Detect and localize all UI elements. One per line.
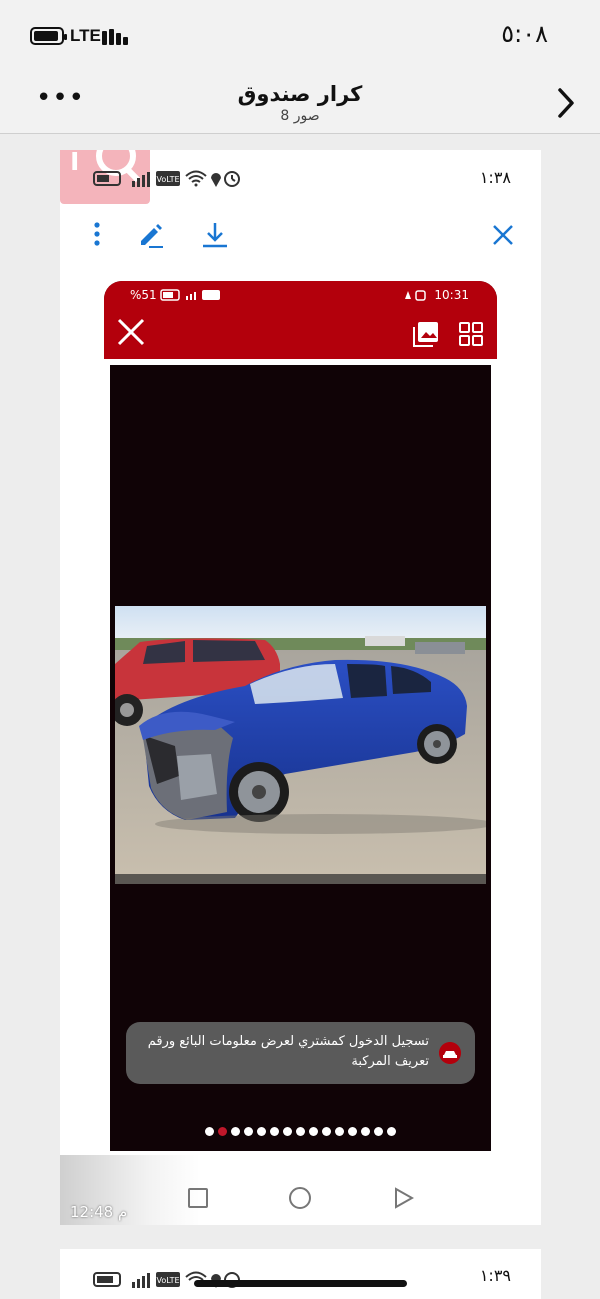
grid-icon[interactable]	[458, 321, 484, 347]
inner-status-time: ١:٣٩	[479, 1266, 511, 1285]
damaged-car-photo[interactable]	[115, 606, 486, 884]
close-icon[interactable]	[116, 317, 146, 347]
ios-status-bar: LTE ٥:٠٨	[0, 0, 600, 72]
battery-icon	[30, 27, 67, 45]
image-pager-dots	[104, 1127, 497, 1139]
inner-status-icons: VoLTE	[93, 170, 240, 187]
phone-time: 10:31	[434, 288, 469, 302]
pager-dot[interactable]	[205, 1127, 214, 1136]
login-prompt-banner[interactable]: تسجيل الدخول كمشتري لعرض معلومات البائع …	[126, 1022, 475, 1084]
phone-battery-percent: %51	[130, 288, 157, 302]
pager-dot[interactable]	[335, 1127, 344, 1136]
network-label: LTE	[70, 26, 101, 45]
home-indicator[interactable]	[194, 1280, 407, 1287]
pager-dot[interactable]	[244, 1127, 253, 1136]
signal-icon	[102, 27, 130, 45]
phone-status-right-icons	[405, 290, 426, 301]
header-divider	[104, 359, 497, 365]
album-title: كرار صندوق	[237, 82, 363, 106]
pager-dot[interactable]	[283, 1127, 292, 1136]
watermark-letter: i	[70, 150, 80, 178]
screenshot-card[interactable]: i VoLTE ١:٣٨ %51 10:31 تسجيل الدخول كمشت…	[60, 150, 541, 1225]
close-icon[interactable]	[488, 220, 518, 250]
status-time: ٥:٠٨	[501, 20, 548, 48]
pager-dot[interactable]	[348, 1127, 357, 1136]
pager-dot[interactable]	[322, 1127, 331, 1136]
right-frame	[491, 359, 497, 1151]
pager-dot[interactable]	[374, 1127, 383, 1136]
inner-status-bar: i VoLTE ١:٣٨	[60, 150, 541, 205]
more-vertical-icon[interactable]	[82, 220, 112, 250]
chevron-right-icon[interactable]	[554, 86, 578, 120]
recent-apps-icon[interactable]	[188, 1188, 208, 1208]
pager-dot[interactable]	[231, 1127, 240, 1136]
message-time: 12:48 م	[70, 1203, 128, 1221]
car-badge-icon	[439, 1042, 461, 1064]
edit-pencil-icon[interactable]	[136, 220, 166, 250]
login-prompt-text: تسجيل الدخول كمشتري لعرض معلومات البائع …	[147, 1034, 429, 1069]
pager-dot[interactable]	[296, 1127, 305, 1136]
vehicle-app-screenshot: %51 10:31 تسجيل الدخول كمشتري لعرض معلوم…	[104, 281, 497, 1151]
pager-dot[interactable]	[218, 1127, 227, 1136]
download-icon[interactable]	[200, 220, 230, 250]
album-subtitle: 8 صور	[280, 108, 320, 124]
gallery-icon[interactable]	[413, 321, 439, 347]
left-frame	[104, 359, 110, 1151]
android-nav-bar: 12:48 م	[60, 1155, 541, 1225]
inner-status-time: ١:٣٨	[479, 168, 511, 187]
pager-dot[interactable]	[361, 1127, 370, 1136]
screenshot-card-2[interactable]: VoLTE ١:٣٩	[60, 1249, 541, 1299]
phone-status-icons	[160, 289, 220, 301]
home-icon[interactable]	[289, 1187, 311, 1209]
back-triangle-icon[interactable]	[392, 1187, 414, 1209]
pager-dot[interactable]	[387, 1127, 396, 1136]
phone-status-bar: %51 10:31	[104, 281, 497, 309]
chat-header: ••• كرار صندوق 8 صور	[0, 72, 600, 134]
phone-app-header	[104, 309, 497, 359]
pager-dot[interactable]	[257, 1127, 266, 1136]
svg-text:VoLTE: VoLTE	[156, 1276, 179, 1285]
pager-dot[interactable]	[309, 1127, 318, 1136]
pager-dot[interactable]	[270, 1127, 279, 1136]
svg-text:VoLTE: VoLTE	[156, 175, 179, 184]
image-toolbar	[60, 210, 541, 260]
